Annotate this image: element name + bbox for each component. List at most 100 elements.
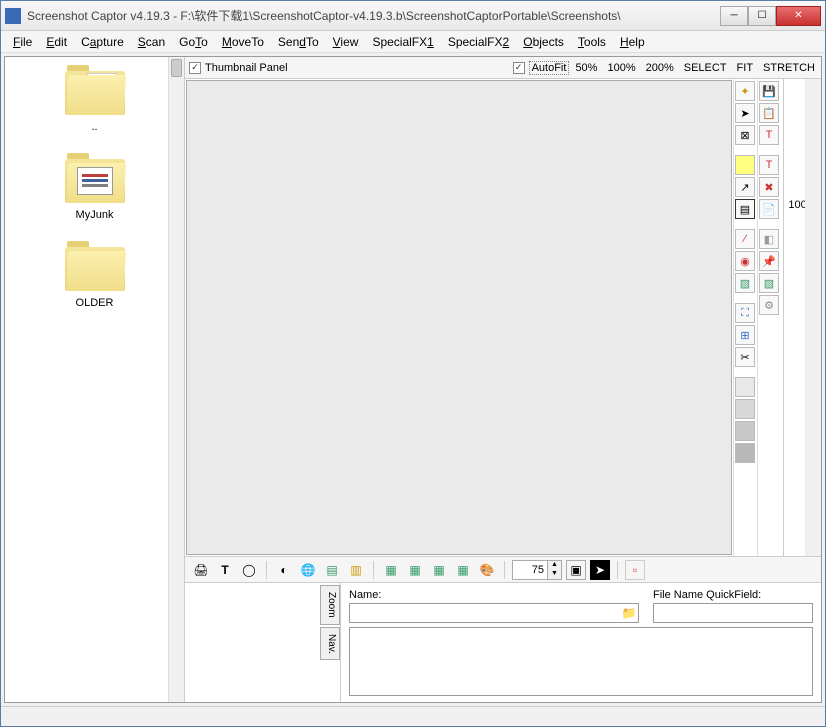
- text-tool-icon[interactable]: ▤: [735, 199, 755, 219]
- menu-moveto[interactable]: MoveTo: [216, 33, 270, 51]
- text-a-icon[interactable]: T: [215, 560, 235, 580]
- bottom-panels: Zoom Nav. Name: 📁: [185, 582, 821, 702]
- print-icon[interactable]: 🖨: [191, 560, 211, 580]
- circle-o-icon[interactable]: ◯: [239, 560, 259, 580]
- zoom-tab[interactable]: Zoom: [320, 585, 340, 625]
- zoom-select[interactable]: SELECT: [682, 62, 729, 74]
- maximize-button[interactable]: ☐: [748, 6, 776, 26]
- select-icon[interactable]: ⊠: [735, 125, 755, 145]
- menu-help[interactable]: Help: [614, 33, 651, 51]
- color-wheel-icon[interactable]: 🎨: [477, 560, 497, 580]
- tool-column-1: ✦ ➤ ⊠ ↗ ▤ ⁄ ◉ ▧ ⛶ ⊞ ✂: [733, 79, 757, 556]
- edit-text-icon[interactable]: T: [759, 125, 779, 145]
- menu-sfx2[interactable]: SpecialFX2: [442, 33, 515, 51]
- content-area: .. MyJunk OLDER ✓ Thumbnail Panel: [4, 56, 822, 703]
- menu-sfx1[interactable]: SpecialFX1: [366, 33, 439, 51]
- menu-sendto[interactable]: SendTo: [272, 33, 325, 51]
- right-toolbars: ✦ ➤ ⊠ ↗ ▤ ⁄ ◉ ▧ ⛶ ⊞ ✂: [733, 79, 783, 556]
- arrow-icon[interactable]: ↗: [735, 177, 755, 197]
- paste-icon[interactable]: 📋: [759, 103, 779, 123]
- folder-older[interactable]: OLDER: [45, 241, 145, 309]
- contrast-icon[interactable]: ◐: [274, 560, 294, 580]
- sidebar-scrollbar[interactable]: [168, 57, 184, 702]
- folder-icon: [63, 153, 127, 205]
- zoom-100[interactable]: 100%: [605, 62, 637, 74]
- save-icon[interactable]: 💾: [759, 81, 779, 101]
- text2-icon[interactable]: T: [759, 155, 779, 175]
- nav-tab[interactable]: Nav.: [320, 627, 340, 661]
- menu-tools[interactable]: Tools: [572, 33, 612, 51]
- delete-icon[interactable]: ✖: [759, 177, 779, 197]
- minimize-button[interactable]: ─: [720, 6, 748, 26]
- zoom-fit[interactable]: FIT: [735, 62, 756, 74]
- page-icon[interactable]: ▫: [625, 560, 645, 580]
- crosshair-icon[interactable]: ⊞: [735, 325, 755, 345]
- autofit-checkbox[interactable]: ✓: [513, 62, 525, 74]
- menu-edit[interactable]: Edit: [40, 33, 73, 51]
- zoom-stretch[interactable]: STRETCH: [761, 62, 817, 74]
- thumbnail-checkbox[interactable]: ✓: [189, 62, 201, 74]
- brush-icon[interactable]: ⁄: [735, 229, 755, 249]
- top-toolbar: ✓ Thumbnail Panel ✓ AutoFit 50% 100% 200…: [185, 57, 821, 79]
- autofit-label: AutoFit: [529, 61, 570, 75]
- zoom-options: 50% 100% 200% SELECT FIT STRETCH: [573, 62, 817, 74]
- grid4-icon[interactable]: ▦: [453, 560, 473, 580]
- gear-icon[interactable]: ⚙: [759, 295, 779, 315]
- zoom-50[interactable]: 50%: [573, 62, 599, 74]
- menu-capture[interactable]: Capture: [75, 33, 130, 51]
- eraser-icon[interactable]: ◧: [759, 229, 779, 249]
- shade3-icon[interactable]: [735, 421, 755, 441]
- shapes-icon[interactable]: ◉: [735, 251, 755, 271]
- name-label: Name:: [349, 589, 639, 601]
- layers-icon[interactable]: ▤: [322, 560, 342, 580]
- window-title: Screenshot Captor v4.19.3 - F:\软件下载1\Scr…: [27, 7, 720, 24]
- pin-icon[interactable]: 📌: [759, 251, 779, 271]
- main-area: ✓ Thumbnail Panel ✓ AutoFit 50% 100% 200…: [185, 57, 821, 702]
- zoom-200[interactable]: 200%: [644, 62, 676, 74]
- doc-icon[interactable]: ▥: [346, 560, 366, 580]
- close-button[interactable]: ✕: [776, 6, 821, 26]
- spin-down[interactable]: ▼: [547, 570, 561, 579]
- shade4-icon[interactable]: [735, 443, 755, 463]
- menu-goto[interactable]: GoTo: [173, 33, 214, 51]
- shade2-icon[interactable]: [735, 399, 755, 419]
- clipboard-icon[interactable]: 📄: [759, 199, 779, 219]
- grid3-icon[interactable]: ▦: [429, 560, 449, 580]
- fit-icon[interactable]: ⛶: [735, 303, 755, 323]
- grid2-icon[interactable]: ▦: [405, 560, 425, 580]
- grid1-icon[interactable]: ▦: [381, 560, 401, 580]
- opacity-spinner[interactable]: ▲▼: [512, 560, 562, 580]
- wand-icon[interactable]: ✦: [735, 81, 755, 101]
- name-folder-icon[interactable]: 📁: [620, 606, 638, 620]
- folder-icon: [63, 65, 127, 117]
- quickfield-input[interactable]: [654, 607, 812, 619]
- right-scrollbar[interactable]: [805, 79, 821, 556]
- menu-file[interactable]: File: [7, 33, 38, 51]
- spin-up[interactable]: ▲: [547, 561, 561, 570]
- folder-label: OLDER: [76, 297, 114, 309]
- zoom-nav-panel: Zoom Nav.: [185, 583, 341, 702]
- cursor2-icon[interactable]: ➤: [590, 560, 610, 580]
- name-input[interactable]: [350, 607, 620, 619]
- folder-myjunk[interactable]: MyJunk: [45, 153, 145, 221]
- crop-icon[interactable]: ✂: [735, 347, 755, 367]
- canvas[interactable]: [186, 80, 732, 555]
- far-right-panel: 100%: [783, 79, 821, 556]
- menu-objects[interactable]: Objects: [517, 33, 570, 51]
- image2-icon[interactable]: ▧: [759, 273, 779, 293]
- menu-scan[interactable]: Scan: [132, 33, 171, 51]
- description-box[interactable]: [349, 627, 813, 696]
- menu-view[interactable]: View: [327, 33, 365, 51]
- folder-up[interactable]: ..: [45, 65, 145, 133]
- rect-icon[interactable]: [735, 155, 755, 175]
- shade1-icon[interactable]: [735, 377, 755, 397]
- globe-icon[interactable]: 🌐: [298, 560, 318, 580]
- layers2-icon[interactable]: ▣: [566, 560, 586, 580]
- cursor-icon[interactable]: ➤: [735, 103, 755, 123]
- folder-icon: [63, 241, 127, 293]
- image-icon[interactable]: ▧: [735, 273, 755, 293]
- opacity-input[interactable]: [513, 564, 547, 576]
- folder-label: MyJunk: [76, 209, 114, 221]
- app-icon: [5, 8, 21, 24]
- canvas-area: ✦ ➤ ⊠ ↗ ▤ ⁄ ◉ ▧ ⛶ ⊞ ✂: [185, 79, 821, 556]
